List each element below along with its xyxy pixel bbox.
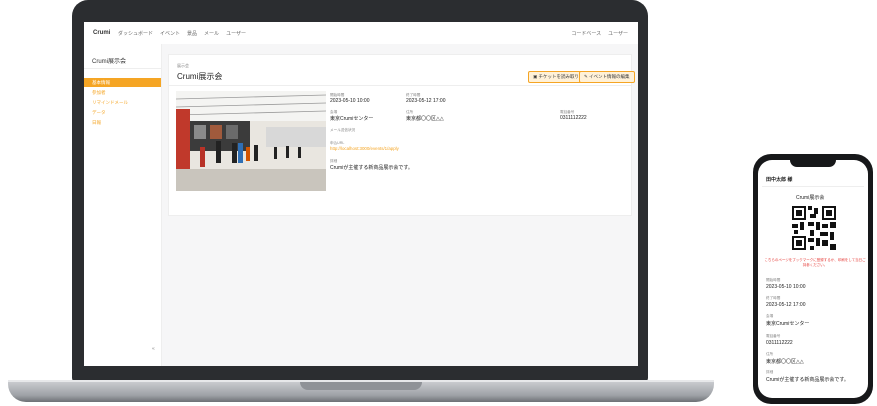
sidebar-item-data[interactable]: データ bbox=[84, 108, 161, 117]
collapse-sidebar-button[interactable]: « bbox=[152, 346, 155, 352]
nav-code-base[interactable]: コードベース bbox=[571, 30, 601, 37]
top-nav: Crumi ダッシュボード イベント 景品 メール ユーザー コードベース ユー… bbox=[84, 22, 638, 45]
mobile-detail-value: Crumiが主催する新商品展示会です。 bbox=[766, 377, 849, 383]
mobile-notice: こちらのページをブックマークに登録するか、印刷をして当日ご持参ください。 bbox=[764, 258, 866, 267]
nav-dashboard[interactable]: ダッシュボード bbox=[118, 30, 153, 37]
nav-mail[interactable]: メール bbox=[204, 30, 219, 37]
read-ticket-label: チケットを読み取り bbox=[538, 74, 580, 79]
address-value: 東京都〇〇区△△ bbox=[406, 116, 444, 122]
brand-logo[interactable]: Crumi bbox=[93, 30, 110, 36]
mobile-end-label: 終了時間 bbox=[766, 296, 781, 300]
sidebar-divider bbox=[84, 68, 161, 69]
mobile-venue-value: 東京Crumiセンター bbox=[766, 321, 810, 327]
sidebar-item-report[interactable]: 日報 bbox=[84, 118, 161, 127]
edit-event-button[interactable]: ✎ イベント情報の編集 bbox=[579, 71, 635, 83]
mobile-start-label: 開始時間 bbox=[766, 278, 781, 282]
start-value: 2023-05-10 10:00 bbox=[330, 98, 370, 104]
mobile-address-link[interactable]: 東京都〇〇区△△ bbox=[766, 358, 804, 365]
ticket-qr-code bbox=[792, 206, 836, 250]
mobile-start-value: 2023-05-10 10:00 bbox=[766, 284, 806, 290]
mobile-venue-label: 会場 bbox=[766, 314, 774, 318]
mobile-address-label: 住所 bbox=[766, 352, 774, 356]
mobile-event-title: Crumi展示会 bbox=[796, 195, 825, 201]
detail-value: Crumiが主催する新商品展示会です。 bbox=[330, 165, 413, 171]
mail-status-label: メール送信状況 bbox=[330, 128, 356, 132]
phone-notch bbox=[790, 158, 836, 167]
nav-user-menu[interactable]: ユーザー bbox=[608, 30, 628, 37]
sidebar-item-basic-info[interactable]: 基本情報 bbox=[84, 78, 161, 87]
laptop-notch bbox=[300, 382, 422, 390]
sidebar-item-remind-mail[interactable]: リマインドメール bbox=[84, 98, 161, 107]
main-content: 展示会 Crumi展示会 ▣ チケットを読み取り ✎ イベント情報の編集 開始時… bbox=[162, 44, 638, 366]
event-subtitle: 展示会 bbox=[177, 63, 189, 68]
laptop-screen: Crumi ダッシュボード イベント 景品 メール ユーザー コードベース ユー… bbox=[84, 22, 638, 366]
event-photo bbox=[176, 91, 326, 191]
event-card: 展示会 Crumi展示会 ▣ チケットを読み取り ✎ イベント情報の編集 開始時… bbox=[168, 54, 635, 216]
read-ticket-button[interactable]: ▣ チケットを読み取り bbox=[528, 71, 585, 83]
sidebar-item-participants[interactable]: 参加者 bbox=[84, 88, 161, 97]
nav-prizes[interactable]: 景品 bbox=[187, 30, 197, 37]
sidebar: Crumi展示会 基本情報 参加者 リマインドメール データ 日報 « bbox=[84, 44, 162, 366]
phone-value: 0311112222 bbox=[560, 115, 587, 121]
card-divider bbox=[169, 85, 631, 86]
venue-value: 東京Crumiセンター bbox=[330, 116, 374, 122]
end-value: 2023-05-12 17:00 bbox=[406, 98, 446, 104]
edit-event-label: イベント情報の編集 bbox=[589, 74, 630, 79]
sidebar-title: Crumi展示会 bbox=[92, 59, 126, 65]
nav-events[interactable]: イベント bbox=[160, 30, 180, 37]
mobile-detail-label: 詳細 bbox=[766, 370, 774, 374]
mobile-end-value: 2023-05-12 17:00 bbox=[766, 302, 806, 308]
apply-url-link[interactable]: http://localhost:3000/events/1/apply bbox=[330, 146, 399, 151]
mobile-greeting: 田中太郎 様 bbox=[766, 177, 793, 183]
mobile-phone-label: 電話番号 bbox=[766, 334, 781, 338]
nav-users[interactable]: ユーザー bbox=[226, 30, 246, 37]
mobile-phone-value: 0311112222 bbox=[766, 340, 793, 346]
mobile-divider bbox=[762, 186, 864, 187]
event-title: Crumi展示会 bbox=[177, 72, 223, 81]
